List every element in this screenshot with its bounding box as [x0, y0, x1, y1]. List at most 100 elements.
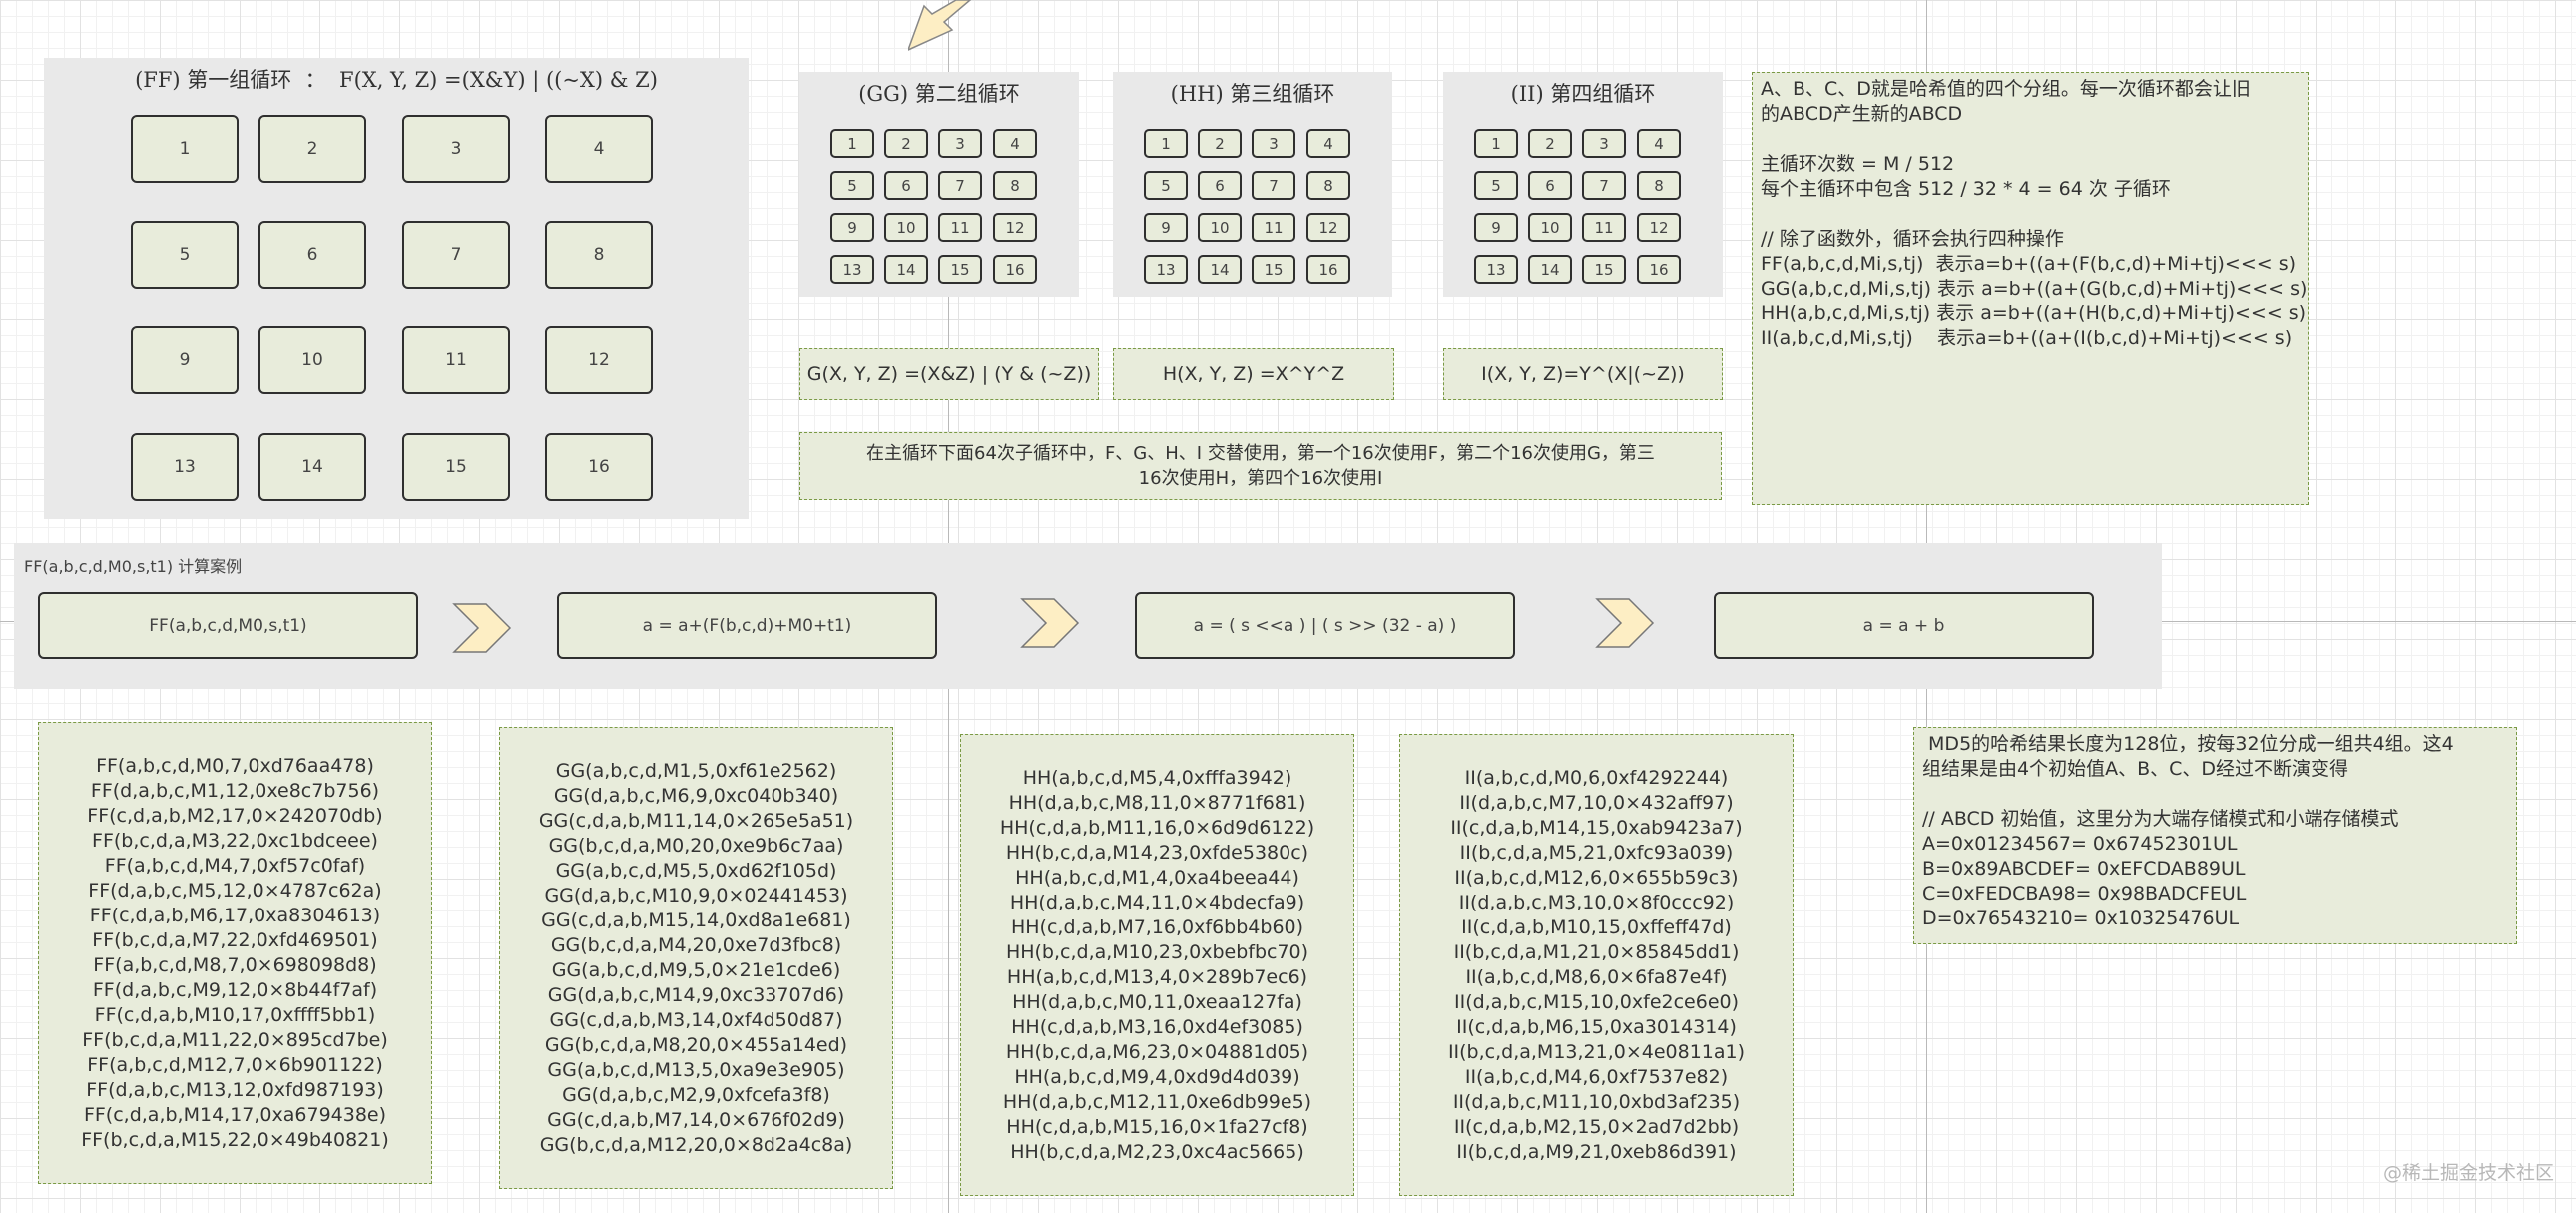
ii-step-box: 16: [1637, 255, 1681, 284]
hh-ops-item: HH(c,d,a,b,M3,16,0xd4ef3085): [1011, 1015, 1303, 1038]
hh-step-box: 3: [1252, 129, 1295, 158]
hh-ops-item: HH(b,c,d,a,M10,23,0xbebfbc70): [1005, 940, 1309, 963]
ii-ops-item: II(a,b,c,d,M8,6,0×6fa87e4f): [1465, 965, 1728, 988]
gg-step-box: 1: [830, 129, 874, 158]
abcd-note-line: GG(a,b,c,d,Mi,s,tj) 表示 a=b+((a+(G(b,c,d)…: [1761, 278, 2308, 300]
gg-ops-item: GG(c,d,a,b,M3,14,0xf4d50d87): [549, 1008, 843, 1031]
hh-step-box: 5: [1144, 171, 1188, 200]
ii-step-box: 9: [1474, 213, 1518, 242]
ii-ops-item: II(d,a,b,c,M7,10,0×432aff97): [1459, 791, 1734, 814]
hh-ops-item: HH(a,b,c,d,M1,4,0xa4beea44): [1015, 866, 1299, 889]
hh-ops-item: HH(d,a,b,c,M8,11,0×8771f681): [1008, 791, 1306, 814]
ff-ops-item: FF(a,b,c,d,M12,7,0×6b901122): [87, 1053, 383, 1076]
ii-ops-item: II(c,d,a,b,M14,15,0xab9423a7): [1450, 816, 1743, 839]
md5-note-line: D=0x76543210= 0x10325476UL: [1922, 908, 2240, 929]
ff-ops-item: FF(d,a,b,c,M1,12,0xe8c7b756): [90, 779, 380, 802]
subloop-note: 在主循环下面64次子循环中，F、G、H、I 交替使用，第一个16次使用F，第二个…: [799, 432, 1722, 500]
hh-ops-item: HH(d,a,b,c,M12,11,0xe6db99e5): [1002, 1090, 1312, 1113]
ff-step-box: 16: [545, 433, 653, 501]
ff-ops-item: FF(a,b,c,d,M0,7,0xd76aa478): [96, 754, 374, 777]
gg-ops-item: GG(b,c,d,a,M0,20,0xe9b6c7aa): [548, 834, 844, 857]
hh-step-box: 6: [1198, 171, 1242, 200]
gg-ops-item: GG(a,b,c,d,M5,5,0xd62f105d): [555, 859, 837, 882]
md5-note-line: A=0x01234567= 0x67452301UL: [1922, 833, 2238, 855]
ff-ops-item: FF(b,c,d,a,M11,22,0×895cd7be): [82, 1028, 388, 1051]
gg-ops-item: GG(d,a,b,c,M2,9,0xfcefa3f8): [562, 1083, 830, 1106]
gg-ops-list: GG(a,b,c,d,M1,5,0xf61e2562) GG(d,a,b,c,M6…: [499, 727, 893, 1189]
ii-ops-item: II(a,b,c,d,M12,6,0×655b59c3): [1454, 866, 1739, 889]
ff-step-box: 13: [131, 433, 239, 501]
watermark: @稀土掘金技术社区: [2383, 1162, 2555, 1184]
gg-step-box: 7: [938, 171, 982, 200]
hh-step-box: 14: [1198, 255, 1242, 284]
ii-ops-item: II(b,c,d,a,M5,21,0xfc93a039): [1459, 841, 1734, 864]
abcd-note-line: 每个主循环中包含 512 / 32 * 4 = 64 次 子循环: [1761, 178, 2171, 200]
abcd-note-line: HH(a,b,c,d,Mi,s,tj) 表示 a=b+((a+(H(b,c,d)…: [1761, 303, 2307, 324]
ii-step-box: 13: [1474, 255, 1518, 284]
ff-step-box: 15: [402, 433, 510, 501]
gg-ops-item: GG(c,d,a,b,M15,14,0xd8a1e681): [541, 909, 851, 931]
hh-step-box: 16: [1306, 255, 1350, 284]
hh-ops-item: HH(d,a,b,c,M0,11,0xeaa127fa): [1012, 990, 1302, 1013]
md5-note: MD5的哈希结果长度为128位，按每32位分成一组共4组。这4 组结果是由4个初始…: [1913, 727, 2517, 944]
hh-ops-item: HH(b,c,d,a,M14,23,0xfde5380c): [1005, 841, 1309, 864]
chevron-right-icon: [1595, 598, 1655, 648]
ff-step-box: 12: [545, 326, 653, 394]
gg-step-box: 13: [830, 255, 874, 284]
ff-ops-list: FF(a,b,c,d,M0,7,0xd76aa478) FF(d,a,b,c,M1…: [38, 722, 432, 1184]
ii-step-box: 14: [1528, 255, 1572, 284]
gg-step-box: 8: [993, 171, 1037, 200]
md5-note-line: C=0xFEDCBA98= 0x98BADCFEUL: [1922, 883, 2247, 905]
gg-step-box: 5: [830, 171, 874, 200]
gg-step-box: 3: [938, 129, 982, 158]
ff-step-box: 8: [545, 221, 653, 289]
ii-step-box: 6: [1528, 171, 1572, 200]
ii-ops-item: II(a,b,c,d,M4,6,0xf7537e82): [1464, 1065, 1729, 1088]
gg-ops-item: GG(b,c,d,a,M8,20,0×455a14ed): [544, 1033, 848, 1056]
ii-ops-item: II(a,b,c,d,M0,6,0xf4292244): [1464, 766, 1729, 789]
ff-ops-item: FF(d,a,b,c,M5,12,0×4787c62a): [88, 879, 382, 902]
subloop-note-line: 16次使用H，第四个16次使用I: [1138, 468, 1383, 489]
gg-loop-title: (GG) 第二组循环: [858, 82, 1020, 106]
md5-note-line: // ABCD 初始值，这里分为大端存储模式和小端存储模式: [1922, 808, 2399, 830]
hh-ops-item: HH(a,b,c,d,M5,4,0xfffa3942): [1022, 766, 1292, 789]
ii-ops-item: II(b,c,d,a,M1,21,0×85845dd1): [1453, 940, 1740, 963]
ii-step-box: 11: [1582, 213, 1626, 242]
ff-step-box: 2: [258, 115, 366, 183]
md5-note-line: 组结果是由4个初始值A、B、C、D经过不断演变得: [1922, 758, 2349, 780]
ii-ops-item: II(d,a,b,c,M11,10,0xbd3af235): [1452, 1090, 1741, 1113]
hh-ops-item: HH(c,d,a,b,M7,16,0xf6bb4b60): [1010, 915, 1304, 938]
abcd-note-line: [1761, 127, 2300, 152]
h-function-text: H(X, Y, Z) =X^Y^Z: [1162, 362, 1345, 385]
gg-step-box: 10: [884, 213, 928, 242]
gg-ops-item: GG(b,c,d,a,M4,20,0xe7d3fbc8): [550, 933, 842, 956]
chevron-right-icon: [452, 603, 512, 653]
hh-step-box: 12: [1306, 213, 1350, 242]
hh-ops-list: HH(a,b,c,d,M5,4,0xfffa3942) HH(d,a,b,c,M8…: [960, 734, 1354, 1196]
hh-step-box: 4: [1306, 129, 1350, 158]
example-step-1: FF(a,b,c,d,M0,s,t1): [38, 592, 418, 659]
ff-step-box: 1: [131, 115, 239, 183]
example-label: FF(a,b,c,d,M0,s,t1) 计算案例: [24, 557, 243, 576]
ii-ops-item: II(c,d,a,b,M10,15,0xffeff47d): [1461, 915, 1732, 938]
ii-step-box: 3: [1582, 129, 1626, 158]
ff-ops-item: FF(a,b,c,d,M8,7,0×698098d8): [93, 953, 377, 976]
ii-step-box: 7: [1582, 171, 1626, 200]
ii-step-box: 12: [1637, 213, 1681, 242]
example-step-3: a = ( s <<a ) | ( s >> (32 - a) ): [1135, 592, 1515, 659]
hh-step-box: 1: [1144, 129, 1188, 158]
hh-ops-item: HH(b,c,d,a,M2,23,0xc4ac5665): [1010, 1140, 1304, 1163]
gg-step-box: 16: [993, 255, 1037, 284]
gg-ops-item: GG(a,b,c,d,M9,5,0×21e1cde6): [551, 958, 841, 981]
hh-ops-item: HH(c,d,a,b,M11,16,0×6d9d6122): [999, 816, 1315, 839]
ii-loop-title: (II) 第四组循环: [1510, 82, 1656, 106]
abcd-note-line: // 除了函数外，循环会执行四种操作: [1761, 228, 2064, 250]
ii-ops-item: II(c,d,a,b,M6,15,0xa3014314): [1456, 1015, 1737, 1038]
ff-step-box: 6: [258, 221, 366, 289]
ff-ops-item: FF(c,d,a,b,M2,17,0×242070db): [87, 804, 383, 827]
subloop-note-line: 在主循环下面64次子循环中，F、G、H、I 交替使用，第一个16次使用F，第二个…: [866, 443, 1655, 464]
ii-ops-item: II(b,c,d,a,M13,21,0×4e0811a1): [1447, 1040, 1746, 1063]
chevron-right-icon: [1020, 598, 1080, 648]
ii-step-box: 4: [1637, 129, 1681, 158]
hh-ops-item: HH(c,d,a,b,M15,16,0×1fa27cf8): [1006, 1115, 1308, 1138]
